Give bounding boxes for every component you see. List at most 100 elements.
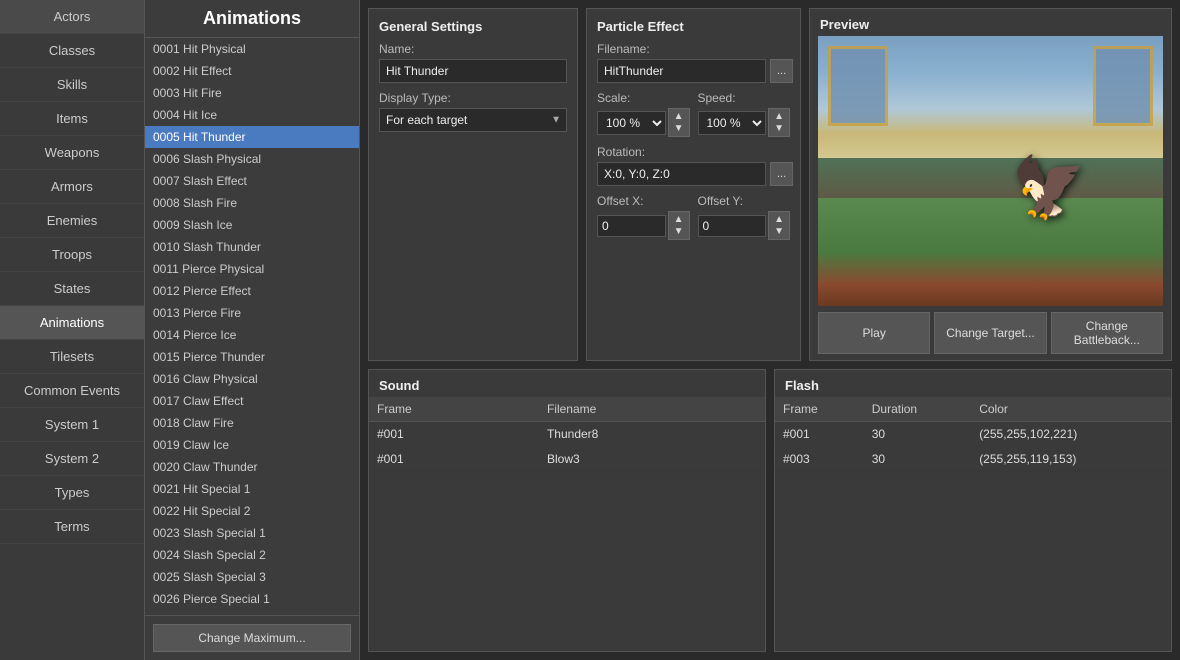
- sound-filename-cell: Thunder8: [539, 422, 765, 447]
- animation-item[interactable]: 0023 Slash Special 1: [145, 522, 359, 544]
- animation-item[interactable]: 0006 Slash Physical: [145, 148, 359, 170]
- scale-select[interactable]: 100 %: [597, 111, 666, 135]
- flash-table: Frame Duration Color #00130(255,255,102,…: [775, 397, 1171, 472]
- sidebar-item-system1[interactable]: System 1: [0, 408, 144, 442]
- rotation-input[interactable]: [597, 162, 766, 186]
- offset-y-label: Offset Y:: [698, 194, 791, 208]
- animation-item[interactable]: 0019 Claw Ice: [145, 434, 359, 456]
- animation-item[interactable]: 0005 Hit Thunder: [145, 126, 359, 148]
- flash-duration-cell: 30: [864, 422, 971, 447]
- animation-item[interactable]: 0007 Slash Effect: [145, 170, 359, 192]
- animation-item[interactable]: 0009 Slash Ice: [145, 214, 359, 236]
- display-type-select[interactable]: For each target For each screen For each…: [379, 108, 567, 132]
- scale-speed-row: Scale: 100 % ▲▼ Speed: 100 %: [597, 91, 790, 137]
- offset-x-field: Offset X: ▲▼: [597, 194, 690, 240]
- sidebar-item-terms[interactable]: Terms: [0, 510, 144, 544]
- filename-input[interactable]: [597, 59, 766, 83]
- animation-item[interactable]: 0004 Hit Ice: [145, 104, 359, 126]
- animation-item[interactable]: 0015 Pierce Thunder: [145, 346, 359, 368]
- particle-effect-title: Particle Effect: [597, 19, 790, 34]
- change-target-button[interactable]: Change Target...: [934, 312, 1046, 354]
- sidebar-item-system2[interactable]: System 2: [0, 442, 144, 476]
- name-input[interactable]: [379, 59, 567, 83]
- flash-list[interactable]: Frame Duration Color #00130(255,255,102,…: [775, 397, 1171, 651]
- animation-item[interactable]: 0026 Pierce Special 1: [145, 588, 359, 610]
- animation-item[interactable]: 0014 Pierce Ice: [145, 324, 359, 346]
- animation-item[interactable]: 0025 Slash Special 3: [145, 566, 359, 588]
- preview-character: 🦅: [1004, 122, 1094, 252]
- offset-y-field: Offset Y: ▲▼: [698, 194, 791, 240]
- animation-item[interactable]: 0013 Pierce Fire: [145, 302, 359, 324]
- sound-frame-cell: #001: [369, 422, 539, 447]
- sidebar-item-skills[interactable]: Skills: [0, 68, 144, 102]
- sidebar-item-types[interactable]: Types: [0, 476, 144, 510]
- sidebar-item-tilesets[interactable]: Tilesets: [0, 340, 144, 374]
- change-maximum-button[interactable]: Change Maximum...: [153, 624, 351, 652]
- animation-item[interactable]: 0024 Slash Special 2: [145, 544, 359, 566]
- sidebar-item-states[interactable]: States: [0, 272, 144, 306]
- animation-item[interactable]: 0002 Hit Effect: [145, 60, 359, 82]
- filename-browse-button[interactable]: ...: [770, 59, 793, 83]
- display-type-dropdown-wrapper: For each target For each screen For each…: [379, 108, 567, 132]
- bottom-section: Sound Frame Filename #001Thunder8#001Blo…: [368, 369, 1172, 652]
- scale-field: Scale: 100 % ▲▼: [597, 91, 690, 137]
- scale-arrows[interactable]: ▲▼: [668, 108, 690, 137]
- sidebar-item-enemies[interactable]: Enemies: [0, 204, 144, 238]
- animation-item[interactable]: 0012 Pierce Effect: [145, 280, 359, 302]
- animation-item[interactable]: 0016 Claw Physical: [145, 368, 359, 390]
- offset-y-input[interactable]: [698, 215, 767, 237]
- flash-table-row[interactable]: #00330(255,255,119,153): [775, 447, 1171, 472]
- sidebar-item-weapons[interactable]: Weapons: [0, 136, 144, 170]
- flash-panel: Flash Frame Duration Color #00130(255,25…: [774, 369, 1172, 652]
- sound-table: Frame Filename #001Thunder8#001Blow3: [369, 397, 765, 472]
- sound-table-row[interactable]: #001Thunder8: [369, 422, 765, 447]
- sidebar-item-actors[interactable]: Actors: [0, 0, 144, 34]
- right-side: General Settings Name: Display Type: For…: [360, 0, 1180, 660]
- sound-panel: Sound Frame Filename #001Thunder8#001Blo…: [368, 369, 766, 652]
- play-button[interactable]: Play: [818, 312, 930, 354]
- animation-item[interactable]: 0010 Slash Thunder: [145, 236, 359, 258]
- change-battleback-button[interactable]: Change Battleback...: [1051, 312, 1163, 354]
- sidebar-item-troops[interactable]: Troops: [0, 238, 144, 272]
- preview-window-right: [1093, 46, 1153, 126]
- offset-x-wrap: ▲▼: [597, 211, 690, 240]
- animation-item[interactable]: 0021 Hit Special 1: [145, 478, 359, 500]
- sidebar-item-classes[interactable]: Classes: [0, 34, 144, 68]
- sidebar-item-armors[interactable]: Armors: [0, 170, 144, 204]
- sound-frame-cell: #001: [369, 447, 539, 472]
- flash-frame-cell: #001: [775, 422, 864, 447]
- animation-item[interactable]: 0001 Hit Physical: [145, 38, 359, 60]
- animation-item[interactable]: 0011 Pierce Physical: [145, 258, 359, 280]
- particle-effect-panel: Particle Effect Filename: ... Scale: 100…: [586, 8, 801, 361]
- display-type-label: Display Type:: [379, 91, 567, 105]
- flash-table-row[interactable]: #00130(255,255,102,221): [775, 422, 1171, 447]
- flash-title: Flash: [775, 370, 1171, 397]
- animation-panel-footer: Change Maximum...: [145, 615, 359, 660]
- sound-table-row[interactable]: #001Blow3: [369, 447, 765, 472]
- sidebar-item-animations[interactable]: Animations: [0, 306, 144, 340]
- animation-item[interactable]: 0022 Hit Special 2: [145, 500, 359, 522]
- animation-item[interactable]: 0003 Hit Fire: [145, 82, 359, 104]
- scale-input-wrap: 100 % ▲▼: [597, 108, 690, 137]
- speed-arrows[interactable]: ▲▼: [768, 108, 790, 137]
- offset-y-arrows[interactable]: ▲▼: [768, 211, 790, 240]
- animation-item[interactable]: 0017 Claw Effect: [145, 390, 359, 412]
- offset-x-input[interactable]: [597, 215, 666, 237]
- animation-item[interactable]: 0008 Slash Fire: [145, 192, 359, 214]
- preview-image: 🦅: [818, 36, 1163, 306]
- animation-item[interactable]: 0020 Claw Thunder: [145, 456, 359, 478]
- sidebar-item-common-events[interactable]: Common Events: [0, 374, 144, 408]
- speed-field: Speed: 100 % ▲▼: [698, 91, 791, 137]
- offset-x-arrows[interactable]: ▲▼: [668, 211, 690, 240]
- sidebar-item-items[interactable]: Items: [0, 102, 144, 136]
- top-section: General Settings Name: Display Type: For…: [368, 8, 1172, 361]
- flash-color-cell: (255,255,102,221): [971, 422, 1171, 447]
- sound-list[interactable]: Frame Filename #001Thunder8#001Blow3: [369, 397, 765, 651]
- animation-list-wrapper[interactable]: 0001 Hit Physical0002 Hit Effect0003 Hit…: [145, 38, 359, 615]
- preview-floor: [818, 198, 1163, 306]
- animation-item[interactable]: 0018 Claw Fire: [145, 412, 359, 434]
- speed-select[interactable]: 100 %: [698, 111, 767, 135]
- rotation-label: Rotation:: [597, 145, 790, 159]
- general-settings-panel: General Settings Name: Display Type: For…: [368, 8, 578, 361]
- rotation-btn[interactable]: ...: [770, 162, 793, 186]
